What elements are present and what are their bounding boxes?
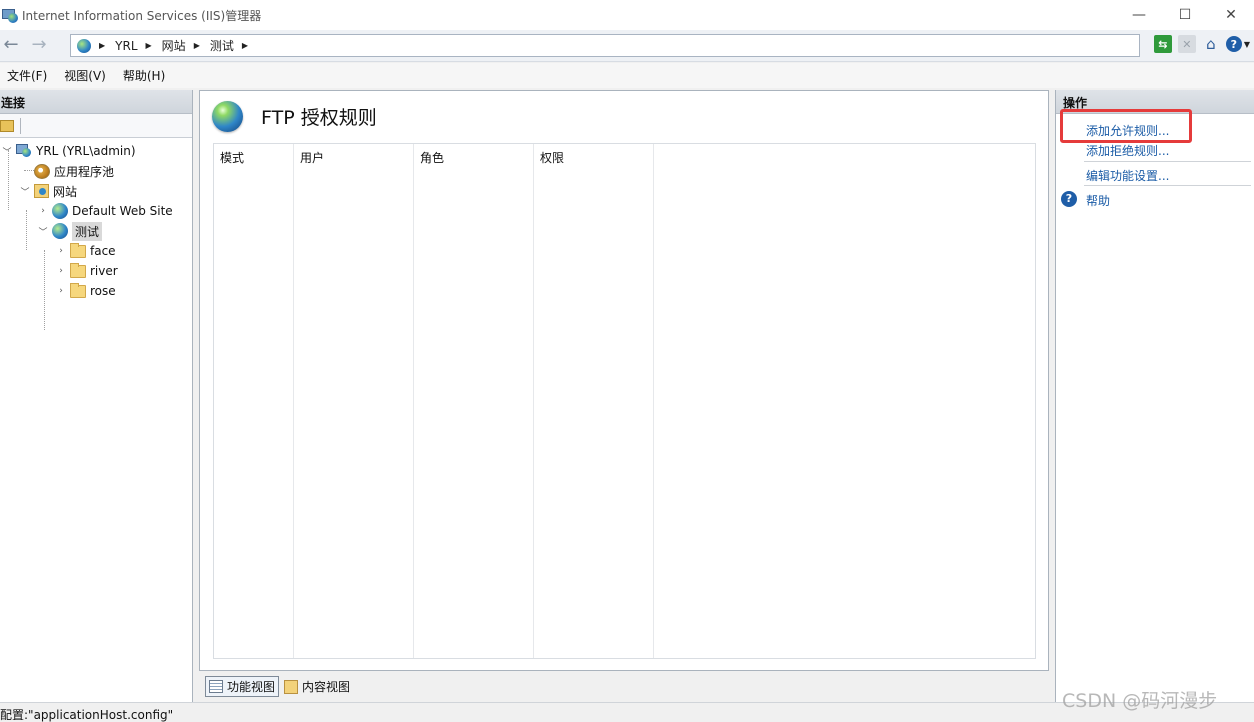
- connections-header: 连接: [0, 90, 192, 114]
- edit-feature-settings-link[interactable]: 编辑功能设置...: [1086, 167, 1169, 184]
- folder-icon: [70, 282, 86, 298]
- help-link[interactable]: 帮助: [1086, 192, 1110, 209]
- maximize-button[interactable]: ☐: [1162, 0, 1208, 30]
- tree-node-river[interactable]: › river: [54, 261, 118, 281]
- tree-node-label: Default Web Site: [72, 204, 173, 218]
- close-button[interactable]: ✕: [1208, 0, 1254, 30]
- globe-icon: [52, 203, 68, 219]
- globe-icon: [212, 101, 243, 132]
- help-icon[interactable]: ?: [1061, 191, 1077, 207]
- folder-icon: [70, 242, 86, 258]
- tab-label: 功能视图: [227, 680, 276, 694]
- menu-help[interactable]: 帮助(H): [116, 67, 175, 84]
- column-divider: [534, 144, 654, 658]
- menu-bar: 文件(F) 视图(V) 帮助(H): [0, 63, 1254, 88]
- tree-node-label: YRL (YRL\admin): [36, 144, 136, 158]
- app-pool-icon: [34, 163, 50, 179]
- tree-node-label: 测试: [72, 221, 103, 241]
- connections-toolbar: [0, 114, 192, 138]
- tab-features-view[interactable]: 功能视图: [205, 676, 280, 697]
- menu-file[interactable]: 文件(F): [0, 67, 57, 84]
- column-header-permissions[interactable]: 权限: [540, 149, 564, 166]
- tree-node-default-web-site[interactable]: › Default Web Site: [36, 201, 173, 221]
- breadcrumb-sites[interactable]: 网站: [162, 37, 186, 54]
- breadcrumb-separator-icon[interactable]: ▶: [99, 41, 105, 50]
- tree-node-label: rose: [90, 284, 116, 298]
- rules-list[interactable]: 模式 用户 角色 权限: [213, 143, 1036, 659]
- create-connection-icon[interactable]: [0, 119, 14, 132]
- column-divider: [294, 144, 414, 658]
- chevron-right-icon[interactable]: ›: [36, 206, 50, 216]
- page-title: FTP 授权规则: [261, 107, 377, 129]
- title-bar: Internet Information Services (IIS)管理器 —…: [0, 0, 1254, 30]
- home-icon[interactable]: ⌂: [1202, 35, 1220, 53]
- tree-node-face[interactable]: › face: [54, 241, 116, 261]
- tree-node-test-site[interactable]: ﹀ 测试: [36, 221, 103, 241]
- window-title: Internet Information Services (IIS)管理器: [22, 8, 262, 23]
- menu-view[interactable]: 视图(V): [57, 67, 116, 84]
- tree-node-rose[interactable]: › rose: [54, 281, 116, 301]
- address-bar[interactable]: ▶ YRL ▶ 网站 ▶ 测试 ▶: [70, 34, 1140, 57]
- iis-app-icon: [2, 7, 18, 23]
- add-deny-rule-link[interactable]: 添加拒绝规则...: [1086, 142, 1169, 159]
- chevron-down-icon[interactable]: ﹀: [36, 225, 50, 238]
- server-icon: [16, 144, 32, 158]
- chevron-right-icon[interactable]: ›: [54, 246, 68, 256]
- stop-icon[interactable]: ✕: [1177, 35, 1196, 53]
- feature-header: FTP 授权规则: [212, 101, 377, 132]
- tab-content-view[interactable]: 内容视图: [281, 676, 353, 697]
- connections-tree: ﹀ YRL (YRL\admin) 应用程序池 ﹀ 网站 › Default W…: [0, 138, 192, 330]
- breadcrumb-test[interactable]: 测试: [210, 37, 234, 54]
- refresh-icon[interactable]: ⇆: [1153, 35, 1172, 53]
- content-view-icon: [284, 679, 299, 694]
- breadcrumb-separator-icon[interactable]: ▶: [146, 41, 152, 50]
- tree-node-app-pools[interactable]: 应用程序池: [18, 161, 114, 181]
- actions-divider: [1084, 161, 1251, 162]
- feature-panel: FTP 授权规则 模式 用户 角色 权限: [199, 90, 1049, 671]
- chevron-down-icon[interactable]: ▼: [1244, 40, 1250, 49]
- column-header-users[interactable]: 用户: [300, 149, 324, 166]
- status-text: 配置:"applicationHost.config": [0, 708, 174, 722]
- globe-icon: [77, 38, 91, 53]
- tree-node-label: face: [90, 244, 116, 258]
- connections-panel: 连接 ﹀ YRL (YRL\admin) 应用程序池 ﹀ 网站 › Defaul…: [0, 90, 193, 702]
- tree-node-label: river: [90, 264, 118, 278]
- tab-label: 内容视图: [302, 680, 351, 694]
- minimize-button[interactable]: —: [1116, 0, 1162, 30]
- breadcrumb-yrl[interactable]: YRL: [115, 39, 137, 53]
- view-tabs: 功能视图 内容视图: [205, 676, 355, 697]
- chevron-down-icon[interactable]: ﹀: [18, 185, 32, 198]
- column-divider: [214, 144, 294, 658]
- actions-divider: [1084, 185, 1251, 186]
- address-toolbar: ← → ▶ YRL ▶ 网站 ▶ 测试 ▶ ⇆ ✕ ⌂ ? ▼: [0, 30, 1254, 62]
- tree-node-sites[interactable]: ﹀ 网站: [18, 181, 77, 201]
- back-arrow-icon[interactable]: ←: [0, 36, 22, 56]
- tree-node-server[interactable]: ﹀ YRL (YRL\admin): [0, 141, 136, 161]
- actions-panel: 操作 添加允许规则... 添加拒绝规则... 编辑功能设置... ? 帮助: [1055, 90, 1254, 702]
- chevron-down-icon[interactable]: ﹀: [0, 145, 14, 158]
- forward-arrow-icon[interactable]: →: [28, 36, 50, 56]
- folder-icon: [70, 262, 86, 278]
- features-view-icon: [209, 680, 223, 693]
- toolbar-divider: [20, 117, 21, 134]
- globe-icon: [52, 223, 68, 239]
- column-header-mode[interactable]: 模式: [220, 149, 244, 166]
- chevron-right-icon[interactable]: ›: [54, 286, 68, 296]
- red-highlight-box: [1060, 109, 1192, 143]
- column-header-roles[interactable]: 角色: [420, 149, 444, 166]
- sites-icon: [34, 184, 49, 198]
- column-divider: [414, 144, 534, 658]
- chevron-right-icon[interactable]: ›: [54, 266, 68, 276]
- help-icon[interactable]: ?: [1225, 36, 1242, 52]
- tree-node-label: 应用程序池: [54, 164, 115, 179]
- tree-node-label: 网站: [53, 184, 78, 199]
- breadcrumb-separator-icon[interactable]: ▶: [242, 41, 248, 50]
- breadcrumb-separator-icon[interactable]: ▶: [194, 41, 200, 50]
- watermark: CSDN @码河漫步: [1062, 690, 1218, 712]
